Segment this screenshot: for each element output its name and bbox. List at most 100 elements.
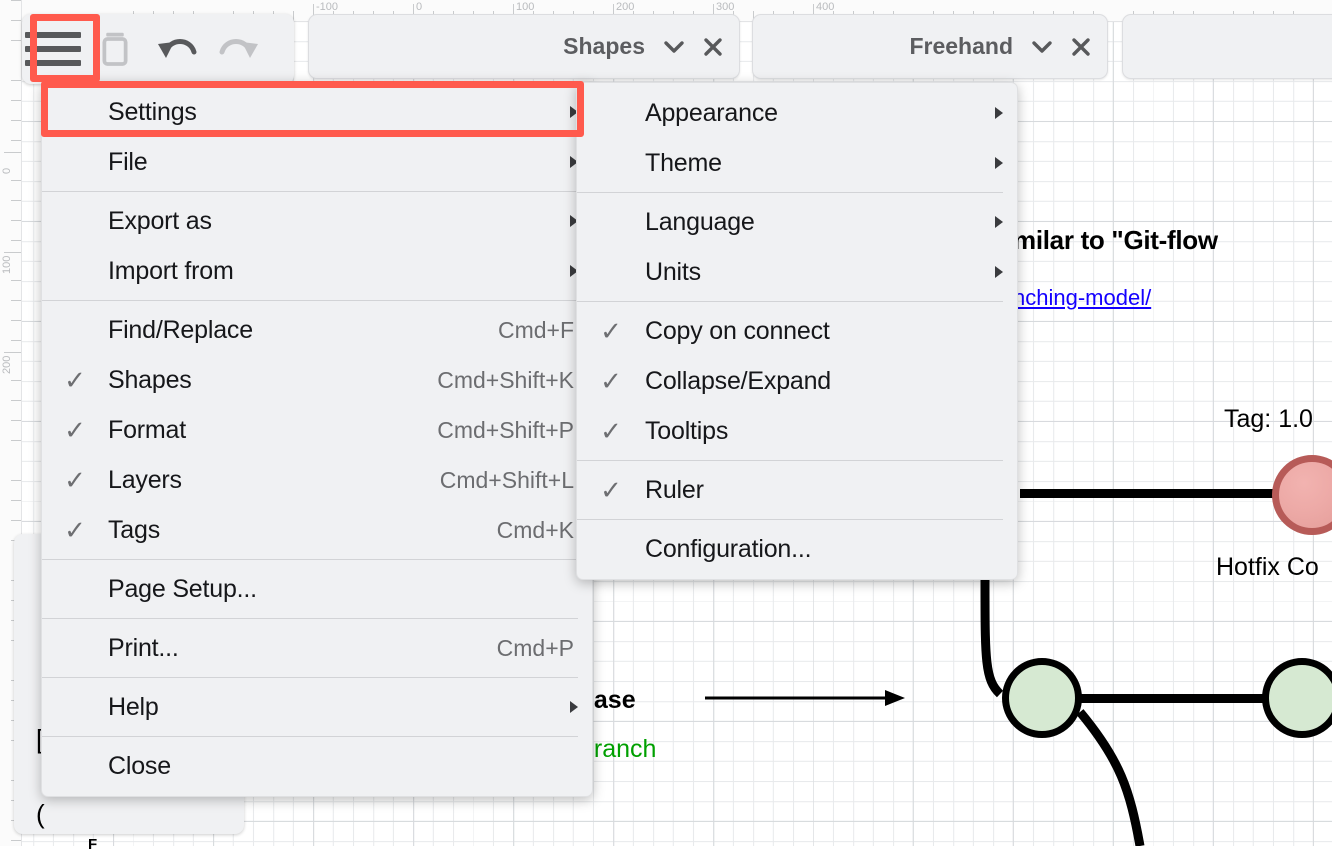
ruler-tick-minor <box>11 40 21 41</box>
commit-node-1[interactable] <box>1002 658 1082 738</box>
menu-item-label: Export as <box>108 207 560 236</box>
checkmark-icon: ✓ <box>42 517 108 543</box>
menu-item-ruler[interactable]: ✓Ruler <box>577 465 1017 515</box>
menu-item-label: Find/Replace <box>108 316 498 345</box>
redo-button[interactable] <box>208 20 270 78</box>
ruler-tick-minor <box>11 200 21 201</box>
menu-item-find-replace[interactable]: Find/ReplaceCmd+F <box>42 305 592 355</box>
menu-item-file[interactable]: File <box>42 137 592 187</box>
ruler-tick-minor <box>11 420 21 421</box>
menu-item-label: Copy on connect <box>645 317 1003 346</box>
submenu-arrow-icon <box>995 266 1003 278</box>
menu-separator <box>577 301 1003 302</box>
chevron-down-icon[interactable] <box>1031 40 1053 54</box>
menu-item-label: Configuration... <box>645 535 1003 564</box>
menu-item-theme[interactable]: Theme <box>577 138 1017 188</box>
menu-item-shapes[interactable]: ✓ShapesCmd+Shift+K <box>42 355 592 405</box>
tab-tag[interactable]: Tag <box>1122 14 1332 79</box>
tab-shapes[interactable]: Shapes <box>308 14 740 79</box>
menu-item-tags[interactable]: ✓TagsCmd+K <box>42 505 592 555</box>
chevron-down-icon[interactable] <box>663 40 685 54</box>
ruler-tick-minor <box>11 480 21 481</box>
menu-item-shortcut: Cmd+Shift+P <box>437 417 578 444</box>
menu-item-shortcut: Cmd+F <box>498 317 578 344</box>
ruler-tick-minor <box>11 140 21 141</box>
ruler-tick-minor <box>11 220 21 221</box>
menu-item-import-from[interactable]: Import from <box>42 246 592 296</box>
close-icon[interactable] <box>703 37 723 57</box>
menu-item-tooltips[interactable]: ✓Tooltips <box>577 406 1017 456</box>
flow-arrow-icon <box>700 680 915 720</box>
checkmark-icon: ✓ <box>577 418 645 444</box>
diagram-link[interactable]: nching-model/ <box>1013 285 1151 311</box>
ruler-tick-minor <box>11 500 21 501</box>
ruler-tick-minor <box>11 320 21 321</box>
ruler-tick-minor <box>11 240 21 241</box>
close-icon[interactable] <box>1071 37 1091 57</box>
commit-node-2[interactable] <box>1262 658 1332 738</box>
menu-item-label: Collapse/Expand <box>645 367 1003 396</box>
ruler-label: 0 <box>416 1 422 13</box>
submenu-arrow-icon <box>570 701 578 713</box>
menu-item-settings[interactable]: Settings <box>42 87 592 137</box>
menu-item-export-as[interactable]: Export as <box>42 196 592 246</box>
menu-item-label: Theme <box>645 149 985 178</box>
checkmark-icon: ✓ <box>577 318 645 344</box>
ruler-label: 400 <box>816 1 834 13</box>
ruler-tick-minor <box>11 20 21 21</box>
main-toolbar <box>22 14 294 84</box>
menu-item-close[interactable]: Close <box>42 741 592 791</box>
menu-item-label: Units <box>645 258 985 287</box>
checkmark-icon: ✓ <box>42 417 108 443</box>
menu-separator <box>42 191 578 192</box>
menu-item-collapse-expand[interactable]: ✓Collapse/Expand <box>577 356 1017 406</box>
menu-item-label: Settings <box>108 98 560 127</box>
ruler-tick-minor <box>11 520 21 521</box>
ruler-tick-major <box>4 352 21 353</box>
checkmark-icon: ✓ <box>577 368 645 394</box>
ruler-tick-minor <box>11 300 21 301</box>
menu-item-help[interactable]: Help <box>42 682 592 732</box>
menu-item-layers[interactable]: ✓LayersCmd+Shift+L <box>42 455 592 505</box>
menu-item-shortcut: Cmd+K <box>497 517 578 544</box>
menu-separator <box>42 300 578 301</box>
menu-item-units[interactable]: Units <box>577 247 1017 297</box>
settings-submenu[interactable]: AppearanceThemeLanguageUnits✓Copy on con… <box>576 82 1018 580</box>
ruler-tick-major <box>4 252 21 253</box>
menu-item-shortcut: Cmd+P <box>497 635 578 662</box>
submenu-arrow-icon <box>995 216 1003 228</box>
ruler-label: 0 <box>1 168 13 174</box>
tab-freehand[interactable]: Freehand <box>752 14 1108 79</box>
ruler-tick-minor <box>11 280 21 281</box>
menu-item-print[interactable]: Print...Cmd+P <box>42 623 592 673</box>
menu-item-label: Format <box>108 416 437 445</box>
ruler-tick-minor <box>11 840 21 841</box>
menu-separator <box>577 460 1003 461</box>
menu-item-appearance[interactable]: Appearance <box>577 88 1017 138</box>
main-menu[interactable]: Settings File Export as Import from Find/Rep… <box>41 81 593 797</box>
menu-item-label: Tooltips <box>645 417 1003 446</box>
menu-button[interactable] <box>22 20 84 78</box>
ruler-tick-minor <box>11 100 21 101</box>
ruler-label: 300 <box>716 1 734 13</box>
ruler-tick-minor <box>11 340 21 341</box>
menu-separator <box>42 559 578 560</box>
menu-item-label: Tags <box>108 516 497 545</box>
menu-item-copy-on-connect[interactable]: ✓Copy on connect <box>577 306 1017 356</box>
menu-item-configuration[interactable]: Configuration... <box>577 524 1017 574</box>
menu-item-label: Language <box>645 208 985 237</box>
undo-icon <box>154 32 200 66</box>
menu-item-format[interactable]: ✓FormatCmd+Shift+P <box>42 405 592 455</box>
menu-item-language[interactable]: Language <box>577 197 1017 247</box>
menu-item-page-setup[interactable]: Page Setup... <box>42 564 592 614</box>
menu-item-label: Shapes <box>108 366 437 395</box>
ruler-label: 200 <box>1 356 13 374</box>
ruler-tick-minor <box>11 0 21 1</box>
checkmark-icon: ✓ <box>577 477 645 503</box>
ruler-tick-minor <box>11 180 21 181</box>
delete-button[interactable] <box>84 20 146 78</box>
undo-button[interactable] <box>146 20 208 78</box>
menu-item-label: Import from <box>108 257 560 286</box>
diagram-title: milar to "Git-flow <box>1013 225 1218 256</box>
ruler-tick-minor <box>11 80 21 81</box>
